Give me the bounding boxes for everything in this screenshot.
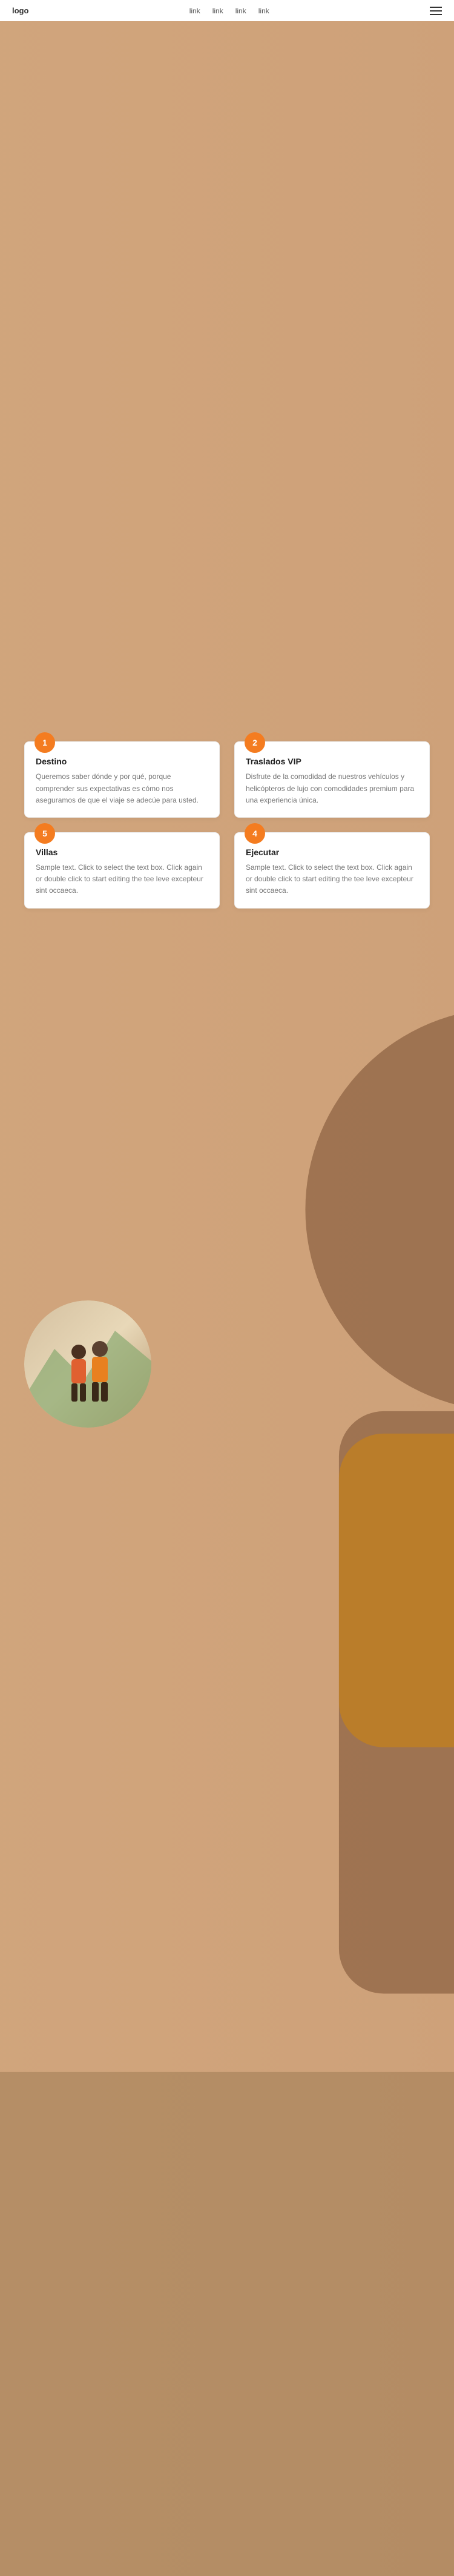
mission-image-svg	[24, 1300, 151, 1428]
nav-links: link link link link	[189, 7, 269, 15]
hamburger-menu[interactable]	[430, 7, 442, 15]
luxury-card-4-number: 4	[245, 823, 265, 844]
luxury-card-3-title: Villas	[36, 847, 208, 857]
luxury-card-1-body: Queremos saber dónde y por qué, porque c…	[36, 771, 208, 806]
luxury-card-3: 5 Villas Sample text. Click to select th…	[24, 832, 220, 909]
nav-link-4[interactable]: link	[258, 7, 269, 15]
nav-logo[interactable]: logo	[12, 6, 28, 15]
travelers-svg	[0, 0, 454, 2576]
luxury-card-1-number: 1	[35, 732, 55, 753]
luxury-card-1-title: Destino	[36, 757, 208, 766]
luxury-card-3-number: 5	[35, 823, 55, 844]
luxury-card-4-title: Ejecutar	[246, 847, 418, 857]
luxury-card-2-title: Traslados VIP	[246, 757, 418, 766]
nav-link-3[interactable]: link	[235, 7, 246, 15]
luxury-card-3-body: Sample text. Click to select the text bo…	[36, 862, 208, 897]
luxury-card-4-body: Sample text. Click to select the text bo…	[246, 862, 418, 897]
luxury-card-2-body: Disfrute de la comodidad de nuestros veh…	[246, 771, 418, 806]
luxury-card-2: 2 Traslados VIP Disfrute de la comodidad…	[234, 741, 430, 818]
mission-image-circle	[24, 1300, 151, 1428]
luxury-card-2-number: 2	[245, 732, 265, 753]
navbar: logo link link link link	[0, 0, 454, 21]
nav-link-1[interactable]: link	[189, 7, 200, 15]
luxury-card-4: 4 Ejecutar Sample text. Click to select …	[234, 832, 430, 909]
luxury-card-1: 1 Destino Queremos saber dónde y por qué…	[24, 741, 220, 818]
travelers-image	[0, 525, 454, 664]
nav-link-2[interactable]: link	[212, 7, 223, 15]
